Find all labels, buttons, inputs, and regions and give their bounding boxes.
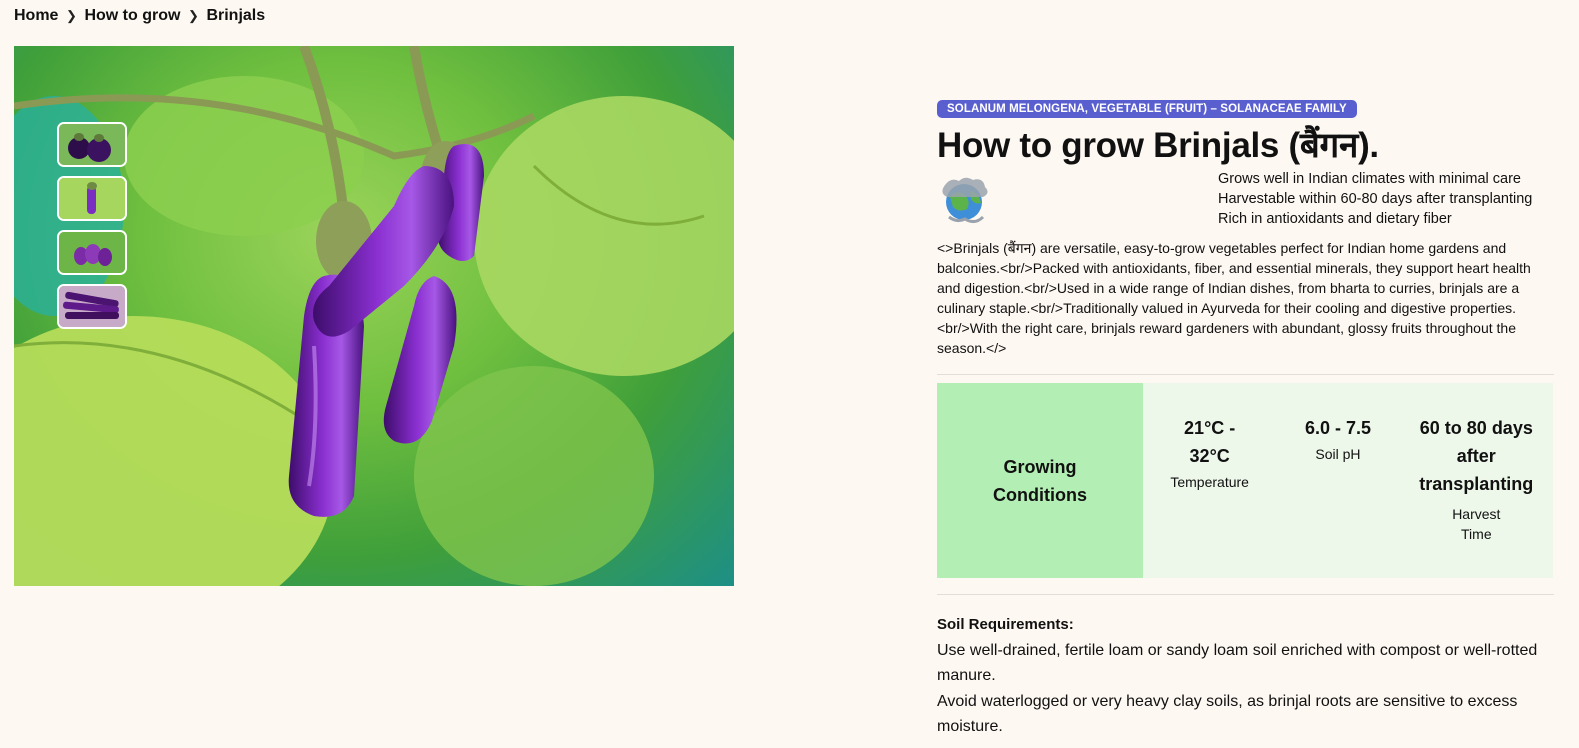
breadcrumb: Home ❯ How to grow ❯ Brinjals [14, 7, 265, 25]
thumbnail-2[interactable] [57, 176, 127, 221]
breadcrumb-how-to-grow-link[interactable]: How to grow [84, 7, 180, 25]
chevron-right-icon: ❯ [66, 8, 77, 23]
soil-requirements-heading: Soil Requirements: [937, 616, 1074, 633]
highlight-item: Grows well in Indian climates with minim… [1218, 171, 1521, 187]
breadcrumb-current: Brinjals [206, 7, 266, 24]
plant-description: <>Brinjals (बैंगन) are versatile, easy-t… [937, 240, 1531, 356]
growing-conditions-heading: Growing Conditions [937, 383, 1143, 578]
temperature-value: 21°C - 32°C [1184, 418, 1236, 466]
page-title: How to grow Brinjals (बैंगन). [937, 126, 1379, 165]
divider [937, 374, 1554, 375]
temperature-label: Temperature [1170, 474, 1249, 490]
botanical-tag: SOLANUM MELONGENA, VEGETABLE (FRUIT) – S… [937, 100, 1357, 118]
temperature-metric: 21°C - 32°C Temperature [1155, 414, 1265, 578]
breadcrumb-home-link[interactable]: Home [14, 7, 58, 25]
divider [937, 594, 1554, 595]
thumbnail-4[interactable] [57, 284, 127, 329]
earth-globe-icon [942, 177, 988, 224]
harvest-time-value: 60 to 80 days after transplanting [1419, 418, 1534, 494]
highlights-list: Grows well in Indian climates with minim… [1218, 169, 1532, 229]
thumbnail-1[interactable] [57, 122, 127, 167]
soil-ph-metric: 6.0 - 7.5 Soil pH [1288, 414, 1388, 578]
soil-requirement-line: Use well-drained, fertile loam or sandy … [937, 642, 1538, 684]
main-product-image [14, 46, 734, 586]
highlight-item: Rich in antioxidants and dietary fiber [1218, 211, 1452, 227]
harvest-time-label: Harvest Time [1452, 506, 1501, 542]
plant-details: SOLANUM MELONGENA, VEGETABLE (FRUIT) – S… [937, 99, 1554, 739]
soil-requirement-line: Avoid waterlogged or very heavy clay soi… [937, 693, 1518, 735]
highlight-item: Harvestable within 60-80 days after tran… [1218, 191, 1533, 207]
soil-ph-value: 6.0 - 7.5 [1304, 418, 1371, 438]
harvest-time-metric: 60 to 80 days after transplanting Harves… [1411, 414, 1541, 578]
growing-conditions-metrics: 21°C - 32°C Temperature 6.0 - 7.5 Soil p… [1143, 383, 1553, 578]
thumbnail-list [57, 122, 127, 329]
soil-requirements: Soil Requirements: Use well-drained, fer… [937, 615, 1554, 739]
soil-ph-label: Soil pH [1315, 446, 1361, 462]
growing-conditions-panel: Growing Conditions 21°C - 32°C Temperatu… [937, 383, 1553, 578]
chevron-right-icon: ❯ [187, 8, 199, 23]
highlights-row: Grows well in Indian climates with minim… [937, 170, 1554, 232]
thumbnail-3[interactable] [57, 230, 127, 275]
